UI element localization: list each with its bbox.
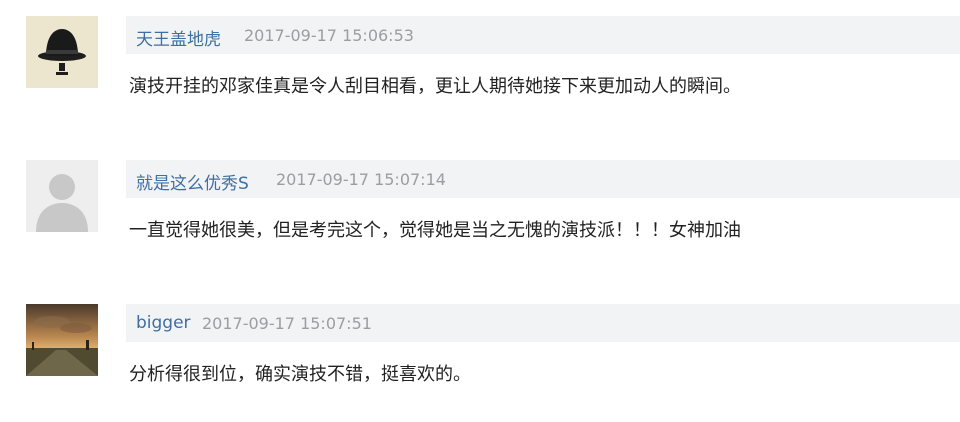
- comment-text: 分析得很到位，确实演技不错，挺喜欢的。: [129, 364, 471, 385]
- comment-item: bigger 2017-09-17 15:07:51 分析得很到位，确实演技不错…: [0, 302, 960, 422]
- sunset-landscape-icon: [26, 304, 98, 376]
- comment-meta-bar: 天王盖地虎 2017-09-17 15:06:53: [126, 16, 960, 54]
- bowler-hat-icon: [26, 16, 98, 88]
- comment-meta-bar: 就是这么优秀S 2017-09-17 15:07:14: [126, 160, 960, 198]
- default-user-icon: [26, 160, 98, 232]
- avatar[interactable]: [26, 304, 98, 376]
- comment-item: 就是这么优秀S 2017-09-17 15:07:14 一直觉得她很美，但是考完…: [0, 158, 960, 278]
- comment-timestamp: 2017-09-17 15:07:51: [202, 314, 372, 333]
- comment-text: 一直觉得她很美，但是考完这个，觉得她是当之无愧的演技派！！！女神加油: [129, 220, 741, 241]
- username-link[interactable]: 就是这么优秀S: [136, 169, 249, 194]
- comment-item: 天王盖地虎 2017-09-17 15:06:53 演技开挂的邓家佳真是令人刮目…: [0, 14, 960, 134]
- comment-text: 演技开挂的邓家佳真是令人刮目相看，更让人期待她接下来更加动人的瞬间。: [129, 76, 741, 97]
- comment-timestamp: 2017-09-17 15:07:14: [276, 170, 446, 189]
- username-link[interactable]: bigger: [136, 313, 191, 333]
- comment-timestamp: 2017-09-17 15:06:53: [244, 26, 414, 45]
- avatar[interactable]: [26, 16, 98, 88]
- comment-meta-bar: bigger 2017-09-17 15:07:51: [126, 304, 960, 342]
- username-link[interactable]: 天王盖地虎: [136, 25, 221, 50]
- avatar[interactable]: [26, 160, 98, 232]
